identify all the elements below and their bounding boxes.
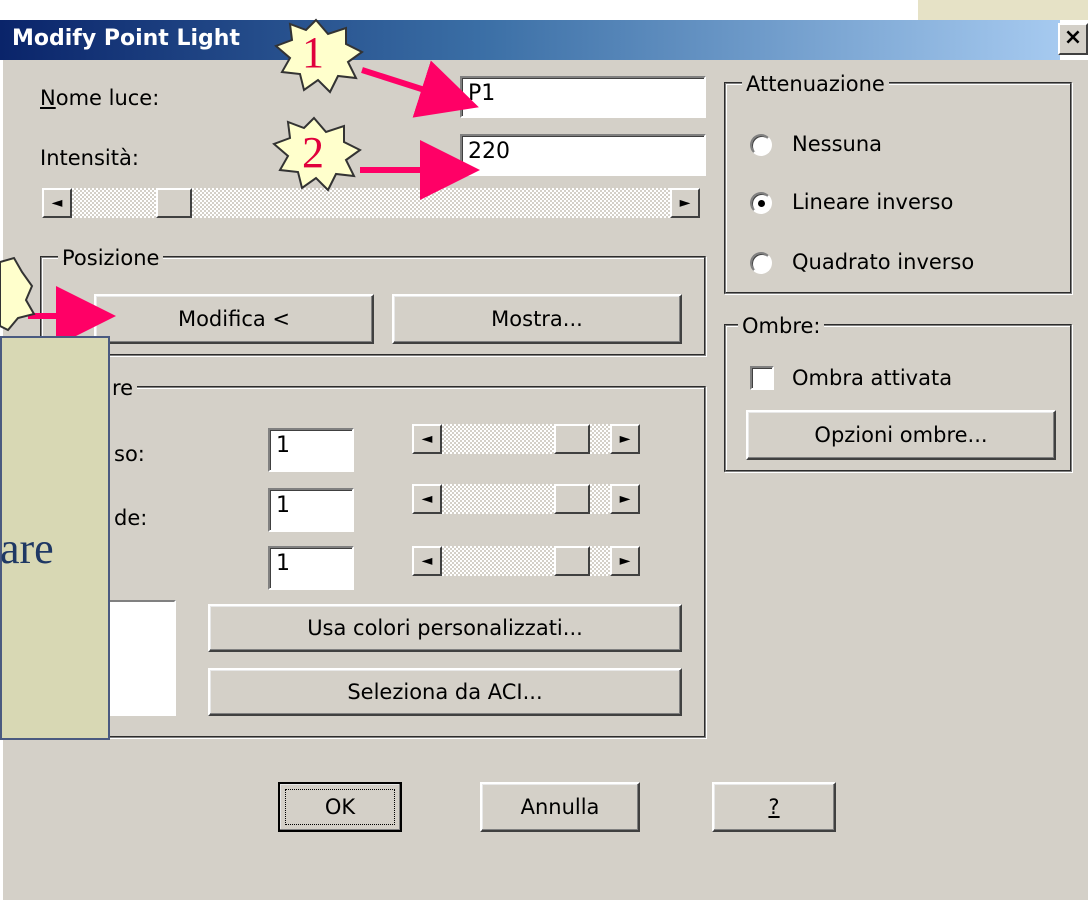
ok-label: OK <box>324 795 356 819</box>
nome-luce-mnemonic: N <box>40 86 56 110</box>
nome-luce-label: Nome luce: <box>40 84 159 112</box>
intensita-label: Intensità: <box>40 144 139 172</box>
row-3-scroll-left-button[interactable]: ◄ <box>412 546 442 576</box>
arrow-right-icon: ► <box>619 491 631 507</box>
marker-2-label: 2 <box>302 128 324 177</box>
intensita-label-text: Intensità: <box>40 146 139 170</box>
row-1-scroll-left-button[interactable]: ◄ <box>412 424 442 454</box>
colore-row-1-input[interactable]: 1 <box>268 428 354 472</box>
modifica-button-label: Modifica < <box>177 307 291 331</box>
lineare-inverso-radio[interactable] <box>750 192 772 214</box>
mostra-button[interactable]: Mostra... <box>392 294 682 344</box>
corner-decoration <box>918 0 1088 20</box>
lineare-inverso-label[interactable]: Lineare inverso <box>792 188 953 216</box>
window-title: Modify Point Light <box>12 26 240 51</box>
colore-row-2-input[interactable]: 1 <box>268 488 354 532</box>
help-label: ? <box>768 795 780 819</box>
intensity-slider-thumb[interactable] <box>156 188 193 218</box>
seleziona-aci-button[interactable]: Seleziona da ACI... <box>208 668 682 716</box>
row-1-scroll-right-button[interactable]: ► <box>610 424 640 454</box>
arrow-left-icon: ◄ <box>51 195 63 211</box>
arrow-left-icon: ◄ <box>421 553 433 569</box>
posizione-group-title: Posizione <box>58 246 164 270</box>
close-button[interactable]: × <box>1058 23 1088 55</box>
close-icon: × <box>1063 25 1083 50</box>
radio-dot-icon <box>758 200 765 207</box>
row-1-slider-thumb[interactable] <box>554 424 591 454</box>
arrow-left-icon: ◄ <box>421 431 433 447</box>
nome-luce-label-text: ome luce: <box>55 86 160 110</box>
arrow-right-icon: ► <box>619 431 631 447</box>
ombre-group-title: Ombre: <box>738 314 825 338</box>
intensita-input[interactable]: 220 <box>460 134 706 176</box>
usa-colori-label: Usa colori personalizzati... <box>307 616 583 640</box>
nessuna-radio[interactable] <box>750 134 772 156</box>
arrow-right-icon: ► <box>619 553 631 569</box>
intensity-scroll-left-button[interactable]: ◄ <box>42 188 72 218</box>
nome-luce-input[interactable]: P1 <box>460 76 706 118</box>
mostra-button-label: Mostra... <box>491 307 583 331</box>
marker-1-label: 1 <box>302 28 324 77</box>
colore-row-2-label: de: <box>114 506 148 530</box>
help-button[interactable]: ? <box>712 782 836 832</box>
ombra-attivata-checkbox[interactable] <box>750 366 774 390</box>
quadrato-inverso-label[interactable]: Quadrato inverso <box>792 248 974 276</box>
colore-row-1-label: so: <box>114 442 145 466</box>
annulla-button[interactable]: Annulla <box>480 782 640 832</box>
intensity-scroll-right-button[interactable]: ► <box>670 188 700 218</box>
quadrato-inverso-radio[interactable] <box>750 252 772 274</box>
attenuazione-group-title: Attenuazione <box>742 72 889 96</box>
ok-button[interactable]: OK <box>278 782 402 832</box>
opzioni-ombre-button[interactable]: Opzioni ombre... <box>746 410 1056 460</box>
opzioni-ombre-label: Opzioni ombre... <box>814 423 988 447</box>
annulla-label: Annulla <box>520 795 600 819</box>
seleziona-aci-label: Seleziona da ACI... <box>347 680 543 704</box>
ombra-attivata-label[interactable]: Ombra attivata <box>792 364 952 392</box>
nessuna-label[interactable]: Nessuna <box>792 130 882 158</box>
row-3-slider-thumb[interactable] <box>554 546 591 576</box>
row-2-scroll-left-button[interactable]: ◄ <box>412 484 442 514</box>
colore-group-title: re <box>108 376 138 400</box>
arrow-left-icon: ◄ <box>421 491 433 507</box>
arrow-right-icon: ► <box>679 195 691 211</box>
callout-text: are <box>0 524 54 573</box>
row-2-scroll-right-button[interactable]: ► <box>610 484 640 514</box>
colore-row-3-input[interactable]: 1 <box>268 546 354 590</box>
row-3-scroll-right-button[interactable]: ► <box>610 546 640 576</box>
modifica-button[interactable]: Modifica < <box>94 294 374 344</box>
row-2-slider-thumb[interactable] <box>554 484 591 514</box>
usa-colori-button[interactable]: Usa colori personalizzati... <box>208 604 682 652</box>
